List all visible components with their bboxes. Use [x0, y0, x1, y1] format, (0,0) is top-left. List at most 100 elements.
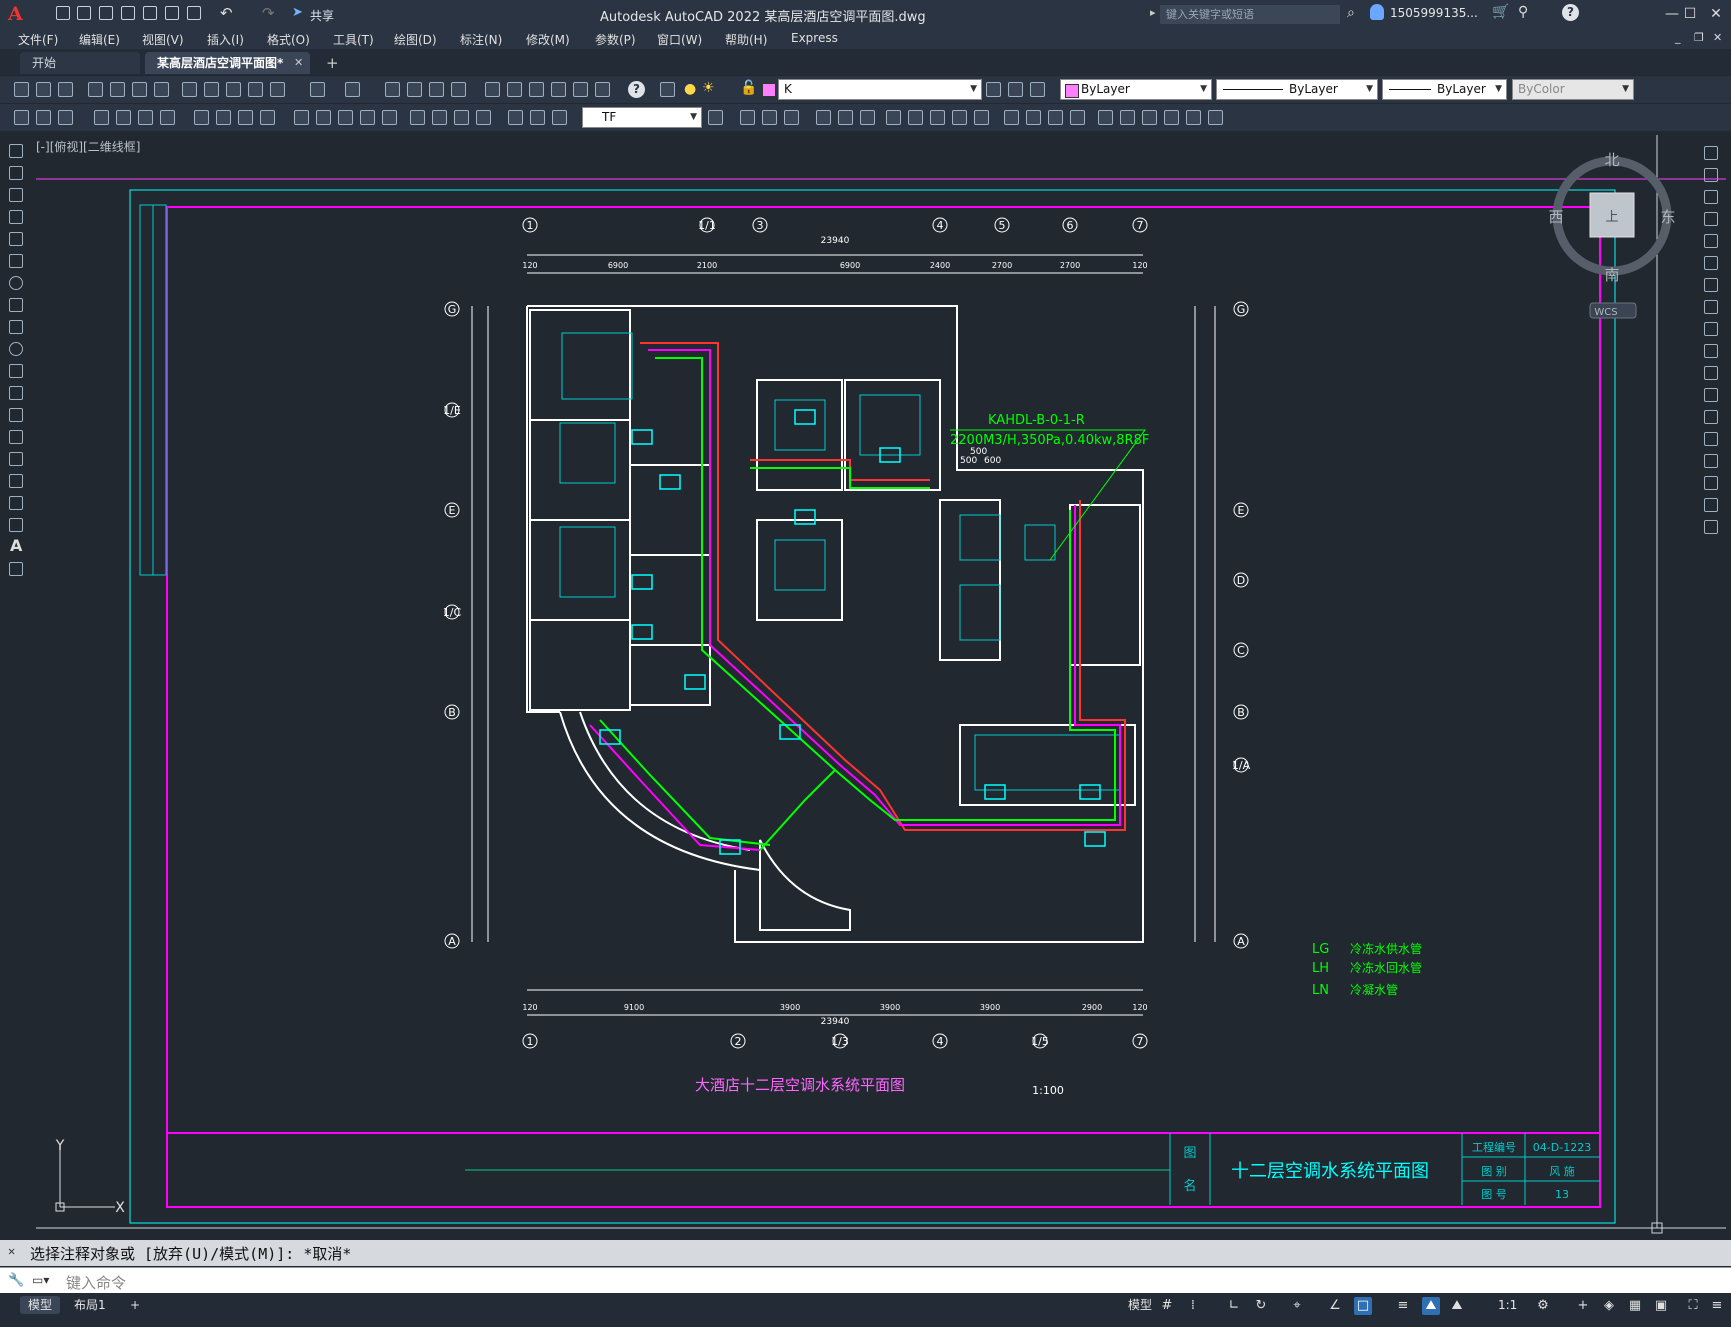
left-grid-bubble-4: 1/C — [443, 604, 462, 620]
bottom-grid-bubble-6-label: 7 — [1137, 1035, 1144, 1048]
command-line[interactable]: 🔧 ▭▾ 键入命令 — [0, 1267, 1731, 1294]
auto-scale-icon[interactable]: ⛰ — [1448, 1297, 1466, 1315]
osnap-icon[interactable]: □ — [1354, 1297, 1372, 1315]
isolate-icon[interactable]: ◈ — [1600, 1297, 1618, 1315]
annotation-scale[interactable]: 1:1 — [1490, 1296, 1525, 1314]
sheet-outer-border — [129, 189, 1616, 1224]
top-dim-texts: 120 6900 2100 6900 2400 2700 2700 120 — [522, 261, 1147, 270]
fcu-3 — [631, 574, 653, 590]
top-dim-3: 2100 — [697, 261, 717, 270]
viewcube-north[interactable]: 北 — [1604, 151, 1619, 169]
grid-icon[interactable]: # — [1158, 1297, 1176, 1315]
fcu-12 — [984, 784, 1006, 800]
titleblock-num-label: 图 号 — [1481, 1188, 1507, 1201]
model-space-label[interactable]: 模型 — [1120, 1296, 1160, 1314]
bottom-dim-2: 9100 — [624, 1003, 644, 1012]
room-k3 — [756, 519, 843, 621]
left-grid-bubble-2: 1/E — [443, 402, 461, 418]
right-grid-bubble-1-label: G — [1237, 303, 1246, 316]
building-walls — [526, 305, 1144, 943]
left-grid-bubble-1: G — [444, 301, 460, 317]
room-c2 — [629, 554, 711, 646]
lineweight-icon[interactable]: ≡ — [1394, 1297, 1412, 1315]
close-cmd-icon[interactable]: ✕ — [8, 1244, 15, 1258]
customize-icon[interactable]: 🔧 — [8, 1273, 24, 1288]
viewcube-top-label: 上 — [1605, 210, 1618, 225]
legend-lh-desc: 冷冻水回水管 — [1350, 960, 1422, 975]
pipe-diagonal — [759, 769, 836, 851]
command-input[interactable]: 键入命令 — [66, 1272, 126, 1293]
command-history-text: 选择注释对象或 [放弃(U)/模式(M)]: *取消* — [30, 1245, 352, 1263]
bottom-dim-6: 2900 — [1082, 1003, 1102, 1012]
workspace-gear-icon[interactable]: ⚙ — [1534, 1297, 1552, 1315]
clean-screen-icon[interactable]: ▣ — [1652, 1297, 1670, 1315]
top-grid-bubble-7: 7 — [1132, 217, 1148, 233]
bottom-grid-bubble-3: 1/3 — [831, 1033, 849, 1049]
bottom-dim-texts: 120 9100 3900 3900 3900 2900 120 — [522, 1003, 1147, 1012]
top-dim-6: 2700 — [992, 261, 1012, 270]
left-grid-bubble-3: E — [444, 502, 460, 518]
titleblock-name-label-1: 图 — [1183, 1146, 1196, 1161]
layout1-tab[interactable]: 布局1 — [66, 1296, 114, 1314]
elevator-core — [939, 499, 1001, 661]
room-k2 — [844, 379, 941, 491]
customization-icon[interactable]: ≡ — [1708, 1297, 1726, 1315]
command-history: ✕ 选择注释对象或 [放弃(U)/模式(M)]: *取消* — [0, 1240, 1731, 1266]
room-g4 — [529, 619, 631, 711]
legend-ln-desc: 冷凝水管 — [1350, 982, 1398, 997]
fcu-4 — [631, 624, 653, 640]
outer-wall-north-east — [527, 305, 1144, 943]
snap-icon[interactable]: ⁞ — [1184, 1297, 1202, 1315]
viewcube-west[interactable]: 西 — [1548, 208, 1563, 226]
ahu-k2 — [1024, 524, 1056, 561]
add-icon[interactable]: + — [1574, 1297, 1592, 1315]
legend-lg-desc: 冷冻水供水管 — [1350, 941, 1422, 956]
bed-6 — [774, 539, 826, 591]
top-grid-bubble-5-label: 5 — [999, 219, 1006, 232]
ucs-y-label: Y — [55, 1138, 65, 1154]
right-grid-bubble-2-label: E — [1238, 504, 1245, 517]
bottom-grid-bubble-2-label: 2 — [735, 1035, 742, 1048]
top-grid-bubble-4: 4 — [932, 217, 948, 233]
viewcube-south[interactable]: 南 — [1604, 266, 1619, 284]
fcu-2 — [659, 474, 681, 490]
bed-2 — [559, 422, 616, 484]
model-tab[interactable]: 模型 — [20, 1296, 61, 1314]
legend-ln-code: LN — [1312, 983, 1329, 998]
recent-commands-icon[interactable]: ▭▾ — [32, 1273, 49, 1287]
viewcube-east[interactable]: 东 — [1660, 208, 1675, 226]
right-grid-bubble-3: D — [1233, 572, 1249, 588]
ucs-x-label: X — [115, 1200, 125, 1216]
top-grid-bubble-6: 6 — [1062, 217, 1078, 233]
add-layout-button[interactable]: + — [122, 1296, 148, 1314]
object-track-icon[interactable]: ∠ — [1326, 1297, 1344, 1315]
bottom-dim-5: 3900 — [980, 1003, 1000, 1012]
bed-3 — [559, 526, 616, 598]
annotation-visibility-icon[interactable]: ⛰ — [1422, 1297, 1440, 1315]
top-grid-bubble-1-label: 1 — [527, 219, 534, 232]
bottom-grid-bubble-3-label: 1/3 — [831, 1035, 849, 1048]
titleblock-type-label: 图 别 — [1481, 1165, 1507, 1178]
top-grid-bubble-3-label: 3 — [757, 219, 764, 232]
titleblock-type-value: 风 施 — [1549, 1165, 1575, 1178]
lobby-counter — [974, 734, 1121, 791]
room-k1 — [756, 379, 843, 491]
isodraft-icon[interactable]: ⌖ — [1288, 1297, 1306, 1315]
left-grid-bubble-3-label: E — [449, 504, 456, 517]
polar-icon[interactable]: ↻ — [1252, 1297, 1270, 1315]
pipe-branch-1 — [750, 459, 930, 481]
bottom-grid-bubble-4: 4 — [932, 1033, 948, 1049]
bed-5 — [859, 394, 921, 456]
titleblock-num-value: 13 — [1555, 1188, 1569, 1201]
drawing-caption: 大酒店十二层空调水系统平面图 — [695, 1076, 905, 1094]
ortho-icon[interactable]: ∟ — [1225, 1297, 1243, 1315]
top-grid-bubble-2: 1/1 — [698, 217, 716, 233]
fullscreen-icon[interactable]: ⛶ — [1684, 1297, 1702, 1315]
drawing-canvas[interactable]: 图 名 十二层空调水系统平面图 工程编号 04-D-1223 图 别 风 施 图… — [0, 0, 1731, 1240]
bottom-dim-3: 3900 — [780, 1003, 800, 1012]
titleblock-proj-value: 04-D-1223 — [1533, 1141, 1591, 1154]
top-grid-bubble-6-label: 6 — [1067, 219, 1074, 232]
bottom-dim-4: 3900 — [880, 1003, 900, 1012]
hardware-accel-icon[interactable]: ▦ — [1626, 1297, 1644, 1315]
pool-outline — [759, 839, 851, 931]
